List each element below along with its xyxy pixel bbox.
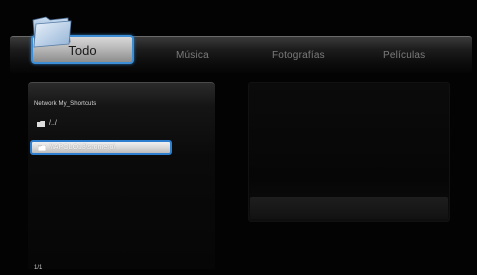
list-item-label: \\APOLO13\sromero\ (50, 144, 116, 151)
preview-info-bar (250, 197, 448, 219)
folder-icon (37, 144, 47, 151)
list-item-label: /../ (49, 120, 57, 127)
page-indicator: 1/1 (34, 265, 43, 271)
tab-musica[interactable]: Música (176, 50, 209, 61)
list-item-apolo13-share[interactable]: \\APOLO13\sromero\ (30, 140, 172, 155)
folder-icon (30, 14, 74, 48)
file-browser-panel (28, 82, 215, 269)
media-browser-screen: Todo Música Fotografías Películas Networ… (0, 0, 477, 275)
tab-peliculas[interactable]: Películas (383, 50, 425, 61)
folder-icon (37, 120, 45, 127)
tab-fotografias[interactable]: Fotografías (272, 50, 325, 61)
breadcrumb: Network My_Shortcuts (34, 101, 97, 107)
list-item-parent-folder[interactable]: /../ (37, 118, 57, 129)
